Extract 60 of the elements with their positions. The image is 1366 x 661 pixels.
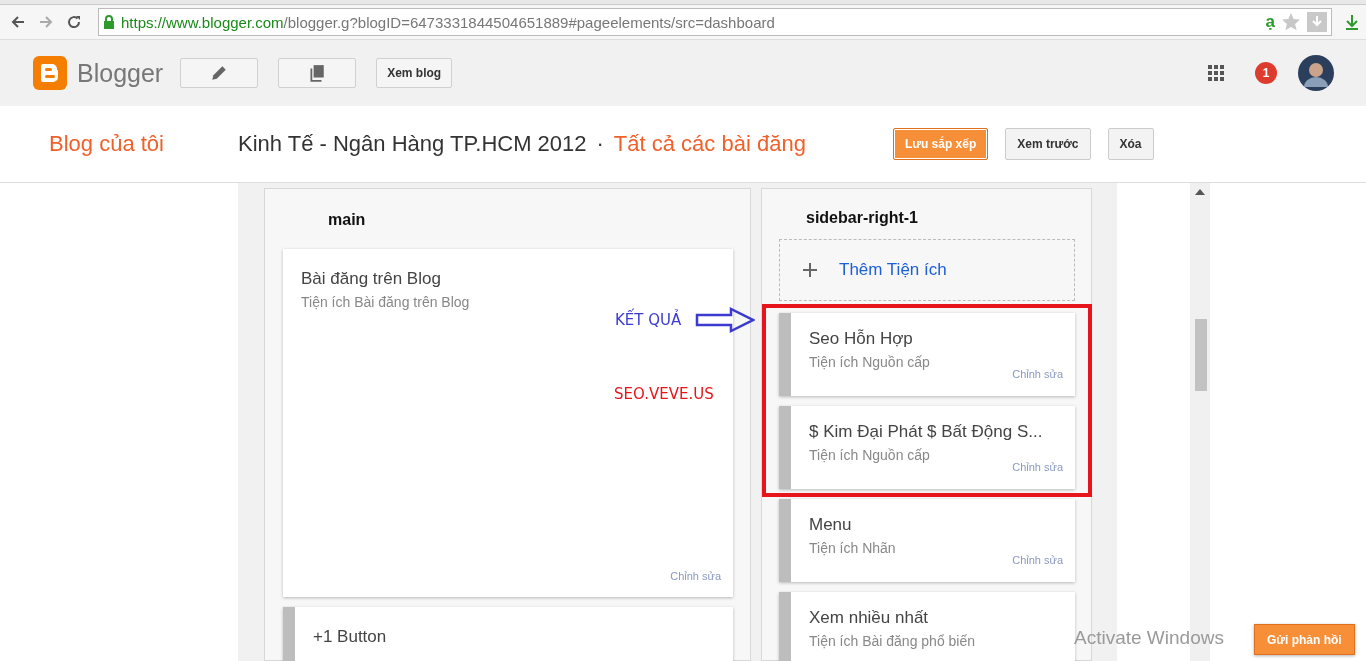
avatar[interactable] xyxy=(1298,55,1334,91)
gadget-card[interactable]: Seo Hỗn Hợp Tiện ích Nguồn cấp Chỉnh sửa xyxy=(779,313,1075,396)
scroll-up-icon[interactable] xyxy=(1195,189,1205,195)
edit-link[interactable]: Chỉnh sửa xyxy=(1012,554,1063,566)
extension-icon[interactable]: ạ xyxy=(1265,12,1275,32)
arrow-icon xyxy=(695,307,756,333)
plus-icon xyxy=(802,262,818,278)
edit-link[interactable]: Chỉnh sửa xyxy=(1012,461,1063,473)
gadget-type: Tiện ích Nhãn xyxy=(809,540,896,556)
column-title: sidebar-right-1 xyxy=(805,208,919,228)
activation-watermark: Activate Windows xyxy=(1074,627,1224,649)
add-gadget-button[interactable]: Thêm Tiện ích xyxy=(779,239,1075,301)
toolbar-button[interactable]: Xem trước xyxy=(1005,128,1091,160)
gadget-card[interactable]: Menu Tiện ích Nhãn Chỉnh sửa xyxy=(779,499,1075,582)
gadget-type: Tiện ích Nguồn cấp xyxy=(809,354,930,370)
reload-icon[interactable] xyxy=(66,14,82,30)
my-blogs-link[interactable]: Blog của tôi xyxy=(49,131,238,157)
gadget-card[interactable]: +1 Button xyxy=(283,607,733,661)
logo-text: Blogger xyxy=(77,58,164,88)
back-icon[interactable] xyxy=(10,14,26,30)
section-dropdown[interactable]: Tất cả các bài đăng xyxy=(613,131,806,157)
gadget-title: Seo Hỗn Hợp xyxy=(809,329,914,349)
documents-icon xyxy=(308,64,327,82)
column-title: main xyxy=(327,210,367,229)
blogger-logo-icon[interactable] xyxy=(33,56,67,90)
download-icon[interactable] xyxy=(1344,14,1360,30)
drag-handle[interactable] xyxy=(779,592,791,661)
view-blog-button[interactable]: Xem blog xyxy=(376,58,453,88)
new-post-button[interactable] xyxy=(180,58,259,88)
forward-icon[interactable] xyxy=(38,14,54,30)
annotation-text: SEO.VEVE.US xyxy=(614,385,714,403)
edit-link[interactable]: Chỉnh sửa xyxy=(1012,368,1063,380)
gadget-type: Tiện ích Bài đăng phổ biến xyxy=(809,633,976,649)
posts-button[interactable] xyxy=(278,58,357,88)
notification-badge[interactable]: 1 xyxy=(1255,62,1277,84)
star-icon[interactable] xyxy=(1281,12,1301,32)
drag-handle[interactable] xyxy=(779,406,791,489)
gadget-title: +1 Button xyxy=(313,627,388,647)
blog-title: Kinh Tế - Ngân Hàng TP.HCM 2012 xyxy=(238,131,587,157)
scrollbar-thumb[interactable] xyxy=(1195,319,1207,391)
apps-grid-icon[interactable] xyxy=(1207,64,1225,82)
gadget-type: Tiện ích Nguồn cấp xyxy=(809,447,930,463)
address-field[interactable]: https://www.blogger.com/blogger.g?blogID=6473331844504651889#pageelements/src=dashboard ạ xyxy=(98,8,1332,36)
download-icon[interactable] xyxy=(1307,12,1327,32)
edit-link[interactable]: Chỉnh sửa xyxy=(670,570,721,582)
drag-handle[interactable] xyxy=(779,499,791,582)
gadget-title: Bài đăng trên Blog xyxy=(301,269,442,289)
pencil-icon xyxy=(210,64,229,82)
gadget-title: Menu xyxy=(809,515,853,535)
gadget-card[interactable]: Xem nhiều nhất Tiện ích Bài đăng phổ biến xyxy=(779,592,1075,661)
lock-icon xyxy=(103,15,115,29)
separator: · xyxy=(596,131,604,157)
toolbar-button[interactable]: Xóa xyxy=(1107,128,1154,160)
gadget-title: $ Kim Đại Phát $ Bất Động S... xyxy=(809,422,1044,442)
drag-handle[interactable] xyxy=(779,313,791,396)
feedback-button[interactable]: Gửi phản hồi xyxy=(1254,624,1355,655)
gadget-card[interactable]: $ Kim Đại Phát $ Bất Động S... Tiện ích Nguồn cấp Chỉnh sửa xyxy=(779,406,1075,489)
toolbar-button[interactable]: Lưu sắp xếp xyxy=(892,128,989,160)
gadget-type: Tiện ích Bài đăng trên Blog xyxy=(301,294,470,310)
gadget-title: Xem nhiều nhất xyxy=(809,608,930,628)
